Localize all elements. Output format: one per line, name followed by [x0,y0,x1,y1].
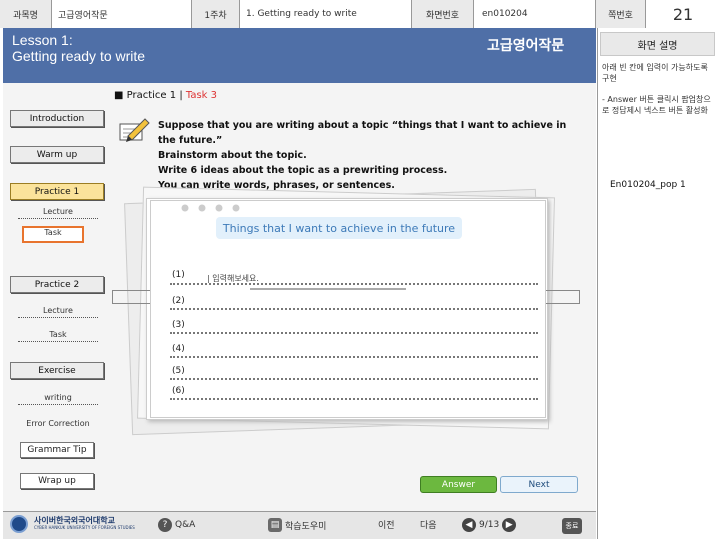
course-title: 고급영어작문 [487,38,565,54]
nav-practice-2[interactable]: Practice 2 [10,276,104,293]
idea-input-1-underline [250,288,406,290]
prev-label: 이전 [378,521,395,531]
nav-p1-task[interactable]: Task [22,226,84,243]
next-arrow-icon[interactable]: ▶ [502,518,517,532]
week-label: 1주차 [192,0,240,28]
question-icon: ? [158,518,172,532]
next-button[interactable]: Next [500,476,578,493]
separator: | [179,90,183,101]
university-name: 사이버한국외국어대학교 CYBER HANKUK UNIVERSITY OF F… [34,516,135,533]
nav-ex-error-correction[interactable]: Error Correction [18,419,98,430]
item-number-2: (2) [172,296,185,306]
item-number-6: (6) [172,386,185,396]
idea-input-6[interactable] [170,398,538,400]
prev-button[interactable]: 이전 [378,518,395,531]
idea-input-5[interactable] [170,378,538,380]
description-note-1: 아래 빈 칸에 입력이 가능하도록 구현 [602,63,708,83]
item-number-5: (5) [172,366,185,376]
study-helper-label: 학습도우미 [285,521,327,532]
page-number: 21 [646,0,720,28]
description-title: 화면 설명 [600,32,715,56]
idea-input-3[interactable] [170,332,538,334]
week-value: 1. Getting ready to write [240,0,412,28]
idea-input-1[interactable] [170,283,538,285]
nav-p2-task[interactable]: Task [18,330,98,342]
instruction-line: Brainstorm about the topic. [158,150,307,161]
task-label: Task 3 [185,90,217,101]
university-name-kr: 사이버한국외국어대학교 [34,516,115,525]
exit-button[interactable]: 종료 [562,518,585,534]
nav-wrap-up[interactable]: Wrap up [20,473,94,489]
nav-exercise[interactable]: Exercise [10,362,104,379]
exit-label: 종료 [562,518,582,534]
page-label: 쪽번호 [596,0,646,28]
practice-label: Practice 1 [126,90,177,101]
nav-warm-up[interactable]: Warm up [10,146,104,163]
screen-value: en010204 [474,0,596,28]
next-page-button[interactable]: 다음 [420,518,437,531]
answer-button[interactable]: Answer [420,476,497,493]
nav-ex-writing[interactable]: writing [18,393,98,405]
popup-title: Things that I want to achieve in the fut… [216,217,462,239]
nav-grammar-tip[interactable]: Grammar Tip [20,442,94,458]
university-name-en: CYBER HANKUK UNIVERSITY OF FOREIGN STUDI… [34,525,135,530]
item-number-4: (4) [172,344,185,354]
idea-input-2[interactable] [170,308,538,310]
lesson-title: Lesson 1: Getting ready to write [12,32,145,64]
qa-label: Q&A [175,520,196,530]
university-logo-icon [10,515,28,533]
course-value: 고급영어작문 [52,0,192,28]
page-indicator: 9/13 [479,520,500,530]
study-helper-button[interactable]: ▤ 학습도우미 [268,518,326,532]
nav-practice-1[interactable]: Practice 1 [10,183,104,200]
task-instructions: Suppose that you are writing about a top… [158,118,578,193]
pencil-notebook-icon [118,116,150,144]
instruction-line: Write 6 ideas about the topic as a prewr… [158,165,448,176]
nav-p2-lecture[interactable]: Lecture [18,306,98,318]
next-page-label: 다음 [420,521,437,531]
square-bullet-icon: ■ [114,90,124,101]
screen-label: 화면번호 [412,0,474,28]
lesson-name: Getting ready to write [12,48,146,64]
nav-introduction[interactable]: Introduction [10,110,104,127]
item-number-3: (3) [172,320,185,330]
idea-input-4[interactable] [170,356,538,358]
nav-p1-lecture[interactable]: Lecture [18,207,98,219]
binder-rings-icon [180,203,260,213]
practice-heading: ■ Practice 1 | Task 3 [114,90,217,101]
item-number-1: (1) [172,270,185,280]
page-navigator: ◀ 9/13 ▶ [462,518,519,532]
description-note-2: - Answer 버튼 클릭시 팝업창으로 정답제시 넥스트 버튼 활성화 [602,95,711,115]
lesson-number: Lesson 1: [12,32,73,48]
instruction-line: Suppose that you are writing about a top… [158,120,567,146]
qa-button[interactable]: ? Q&A [158,518,195,532]
course-label: 과목명 [0,0,52,28]
prev-arrow-icon[interactable]: ◀ [462,518,476,532]
popup-code: En010204_pop 1 [610,180,686,190]
book-icon: ▤ [268,518,282,532]
